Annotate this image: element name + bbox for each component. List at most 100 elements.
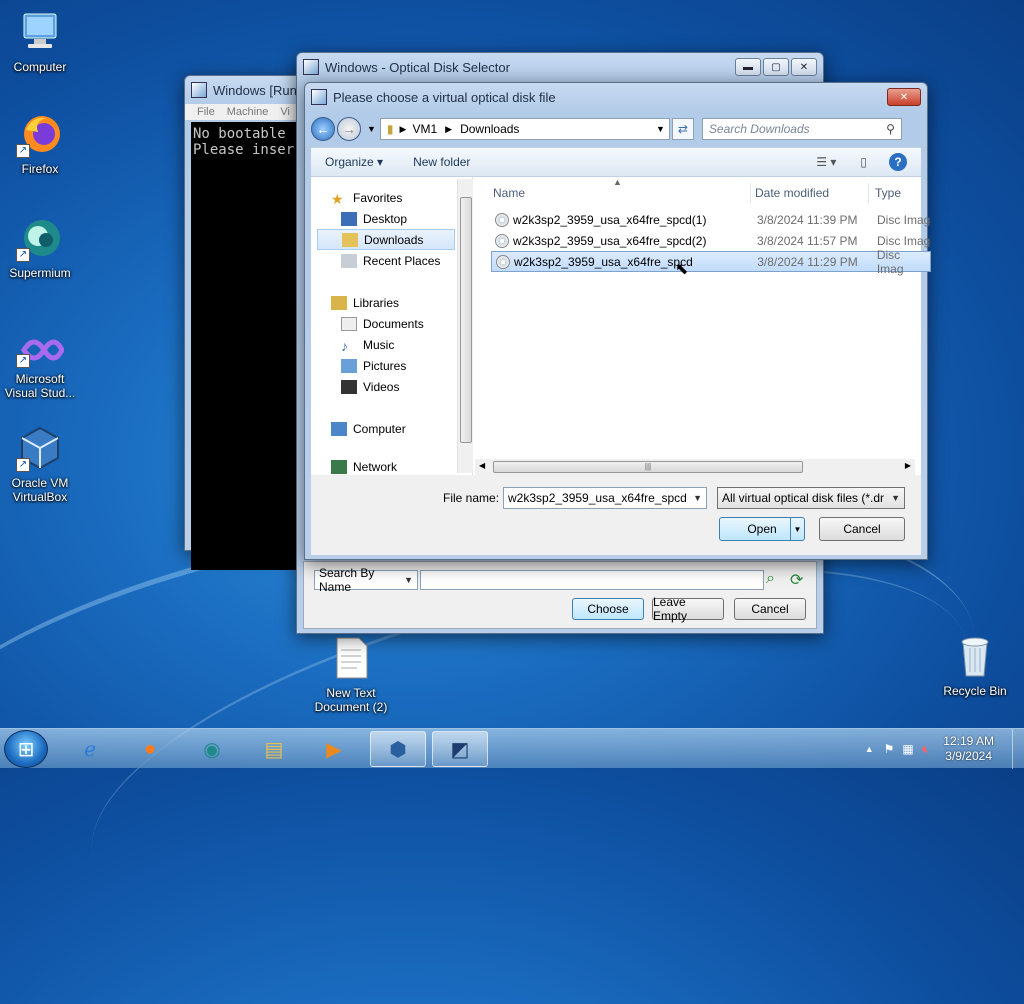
documents-icon <box>341 316 357 331</box>
desktop-icon-supermium[interactable]: ↗ Supermium <box>0 214 80 280</box>
computer-icon <box>331 421 347 436</box>
address-row: ← → ▼ ▮ ▶ VM1 ▶ Downloads ▼ ⇄ Search Dow… <box>311 115 921 143</box>
nav-network[interactable]: Network <box>331 460 471 474</box>
file-explorer-icon[interactable]: ▤ <box>246 731 302 767</box>
hscrollbar-thumb[interactable]: ||| <box>493 461 803 473</box>
desktop-icon-virtualbox[interactable]: ↗ Oracle VM VirtualBox <box>0 424 80 504</box>
leave-empty-button[interactable]: Leave Empty <box>652 595 724 623</box>
vm-menu-machine[interactable]: Machine <box>227 106 269 118</box>
start-button[interactable] <box>4 730 48 768</box>
file-browser: ★ Favorites Desktop Downloads Recent Plac… <box>311 177 931 475</box>
view-options-icon[interactable]: ☰ ▾ <box>816 155 836 169</box>
close-button[interactable]: ✕ <box>887 88 921 106</box>
firefox-icon: ↗ <box>16 110 64 158</box>
file-name-input[interactable]: w2k3sp2_3959_usa_x64fre_spcd ▼ <box>503 487 707 509</box>
downloads-folder-icon <box>342 232 358 247</box>
system-tray: ▲ ⚑ ▦ 🔇︎ 12:19 AM 3/9/2024 <box>865 729 1024 769</box>
nav-downloads[interactable]: Downloads <box>317 229 455 250</box>
nav-scrollbar[interactable] <box>457 179 473 473</box>
new-folder-button[interactable]: New folder <box>413 155 470 169</box>
music-icon: ♪ <box>341 337 348 354</box>
scroll-right-icon[interactable]: ▶ <box>905 461 911 470</box>
chevron-down-icon[interactable]: ▼ <box>656 124 665 134</box>
breadcrumb[interactable]: ▮ ▶ VM1 ▶ Downloads ▼ <box>379 118 670 140</box>
clock[interactable]: 12:19 AM 3/9/2024 <box>943 734 994 764</box>
recent-places-icon <box>341 253 357 268</box>
file-row[interactable]: w2k3sp2_3959_usa_x64fre_spcd 3/8/2024 11… <box>491 248 931 276</box>
column-date-modified[interactable]: Date modified <box>749 183 869 203</box>
desktop-icon-firefox[interactable]: ↗ Firefox <box>0 110 80 176</box>
chevron-right-icon: ▶ <box>399 123 407 134</box>
nav-libraries[interactable]: Libraries <box>331 292 471 313</box>
selector-titlebar[interactable]: Windows - Optical Disk Selector ▬ ▢ ✕ <box>297 53 823 81</box>
minimize-button[interactable]: ▬ <box>735 58 761 77</box>
nav-computer[interactable]: Computer <box>331 418 471 439</box>
volume-muted-icon[interactable]: 🔇︎ <box>922 742 930 757</box>
open-button[interactable]: Open ▼ <box>719 517 805 541</box>
vm-menu-file[interactable]: File <box>197 106 215 118</box>
virtualbox-icon[interactable]: ⬢ <box>370 731 426 767</box>
supermium-icon[interactable]: ◉ <box>184 731 240 767</box>
virtualbox-icon: ↗ <box>16 424 64 472</box>
chevron-down-icon[interactable]: ▼ <box>367 124 376 134</box>
search-downloads-input[interactable]: Search Downloads ⚲ <box>701 118 902 140</box>
flag-icon[interactable]: ⚑ <box>884 742 895 756</box>
back-arrow-icon[interactable]: ← <box>311 117 335 141</box>
search-input[interactable] <box>420 570 764 590</box>
selector-cancel-button[interactable]: Cancel <box>734 598 806 620</box>
selector-bottom-panel: Search By Name ▼ ⌕ ⟳ Choose Leave Empty … <box>303 561 817 629</box>
nav-scrollbar-thumb[interactable] <box>460 197 472 443</box>
scroll-left-icon[interactable]: ◀ <box>479 461 485 470</box>
column-name[interactable]: Name <box>487 183 751 203</box>
file-row[interactable]: w2k3sp2_3959_usa_x64fre_spcd(1) 3/8/2024… <box>491 209 931 230</box>
file-dialog-toolbar: Organize ▾ New folder ☰ ▾ ▯ ? <box>311 147 921 177</box>
folder-icon: ▮ <box>386 122 394 136</box>
refresh-icon[interactable]: ⇄ <box>671 118 694 140</box>
file-type-select[interactable]: All virtual optical disk files (*.dr ▼ <box>717 487 905 509</box>
vm-running-icon[interactable]: ◩ <box>432 731 488 767</box>
show-hidden-icons[interactable]: ▲ <box>865 744 874 754</box>
breadcrumb-item[interactable]: Downloads <box>460 122 519 136</box>
supermium-icon: ↗ <box>16 214 64 262</box>
visual-studio-icon: ↗ <box>16 332 65 368</box>
network-icon[interactable]: ▦ <box>902 742 913 756</box>
chevron-right-icon: ▶ <box>445 123 453 134</box>
chevron-down-icon[interactable]: ▼ <box>693 493 702 503</box>
selector-title: Windows - Optical Disk Selector <box>325 59 510 75</box>
nav-favorites[interactable]: ★ Favorites <box>331 187 471 208</box>
choose-button[interactable]: Choose <box>572 598 644 620</box>
file-dialog-window[interactable]: Please choose a virtual optical disk fil… <box>304 82 931 560</box>
open-split-arrow-icon[interactable]: ▼ <box>790 518 804 540</box>
file-dialog-titlebar[interactable]: Please choose a virtual optical disk fil… <box>305 83 927 111</box>
help-icon[interactable]: ? <box>889 153 907 171</box>
file-list-hscrollbar[interactable]: ◀ ||| ▶ <box>475 459 915 475</box>
desktop-icon-visual-studio[interactable]: ↗ Microsoft Visual Stud... <box>0 332 80 400</box>
file-dialog-cancel-button[interactable]: Cancel <box>819 517 905 541</box>
desktop-icon-text-document[interactable]: New Text Document (2) <box>311 634 391 714</box>
media-player-icon[interactable]: ▶ <box>306 731 362 767</box>
firefox-icon[interactable]: ● <box>122 731 178 767</box>
column-type[interactable]: Type <box>869 183 925 203</box>
disc-image-icon <box>495 212 509 227</box>
preview-pane-icon[interactable]: ▯ <box>860 155 867 169</box>
search-mode-select[interactable]: Search By Name ▼ <box>314 566 418 594</box>
maximize-button[interactable]: ▢ <box>763 58 789 77</box>
desktop-icon-computer[interactable]: Computer <box>0 8 80 74</box>
text-document-icon <box>327 634 375 682</box>
search-icon[interactable]: ⌕ <box>766 570 775 588</box>
file-row[interactable]: w2k3sp2_3959_usa_x64fre_spcd(2) 3/8/2024… <box>491 230 931 251</box>
internet-explorer-icon[interactable]: ℯ <box>62 731 118 767</box>
organize-button[interactable]: Organize ▾ <box>325 155 383 169</box>
disc-image-icon <box>495 233 509 248</box>
close-button[interactable]: ✕ <box>791 58 817 77</box>
virtualbox-icon <box>311 89 327 105</box>
vm-menu-view[interactable]: Vi <box>280 106 290 118</box>
desktop-icon <box>341 211 357 226</box>
mouse-cursor-icon: ⬉ <box>675 261 689 278</box>
show-desktop-button[interactable] <box>1012 729 1024 769</box>
breadcrumb-item[interactable]: VM1 <box>412 122 437 136</box>
forward-arrow-icon[interactable]: → <box>337 117 361 141</box>
refresh-icon[interactable]: ⟳ <box>790 570 803 590</box>
desktop-icon-recycle-bin[interactable]: Recycle Bin <box>935 632 1015 698</box>
videos-icon <box>341 379 357 394</box>
